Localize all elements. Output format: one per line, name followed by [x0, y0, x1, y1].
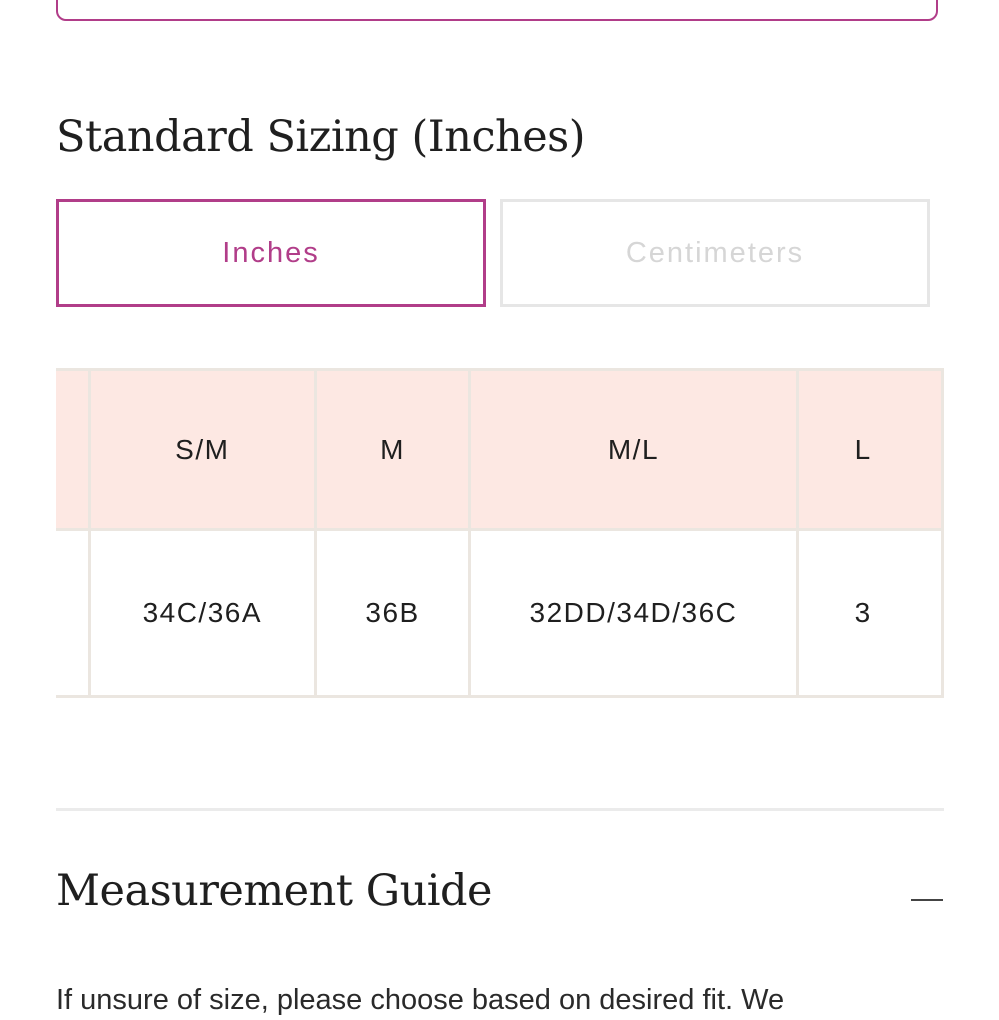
measurement-guide-title[interactable]: Measurement Guide — [56, 866, 493, 916]
table-header-cell — [56, 368, 91, 531]
table-cell — [56, 528, 91, 698]
table-header-cell: S/M — [87, 368, 317, 531]
table-cell: 34C/36A — [87, 528, 317, 698]
previous-section-box — [56, 0, 938, 21]
section-divider — [56, 808, 944, 811]
table-cell: 32DD/34D/36C — [468, 528, 799, 698]
table-cell: 3 — [795, 528, 944, 698]
table-row: 34C/36A 36B 32DD/34D/36C 3 — [56, 528, 944, 698]
size-table: S/M M M/L L 34C/36A 36B 32DD/34D/36C 3 — [56, 368, 944, 698]
table-cell: 36B — [313, 528, 472, 698]
centimeters-toggle-button[interactable]: Centimeters — [500, 199, 930, 307]
table-header-cell: M — [313, 368, 472, 531]
measurement-guide-text: If unsure of size, please choose based o… — [56, 984, 785, 1016]
table-header-cell: M/L — [468, 368, 799, 531]
table-header-row: S/M M M/L L — [56, 368, 944, 531]
section-title: Standard Sizing (Inches) — [56, 112, 586, 162]
size-table-scroll-area[interactable]: S/M M M/L L 34C/36A 36B 32DD/34D/36C 3 — [56, 368, 944, 700]
collapse-minus-icon[interactable] — [911, 899, 943, 901]
inches-toggle-button[interactable]: Inches — [56, 199, 486, 307]
table-header-cell: L — [795, 368, 944, 531]
